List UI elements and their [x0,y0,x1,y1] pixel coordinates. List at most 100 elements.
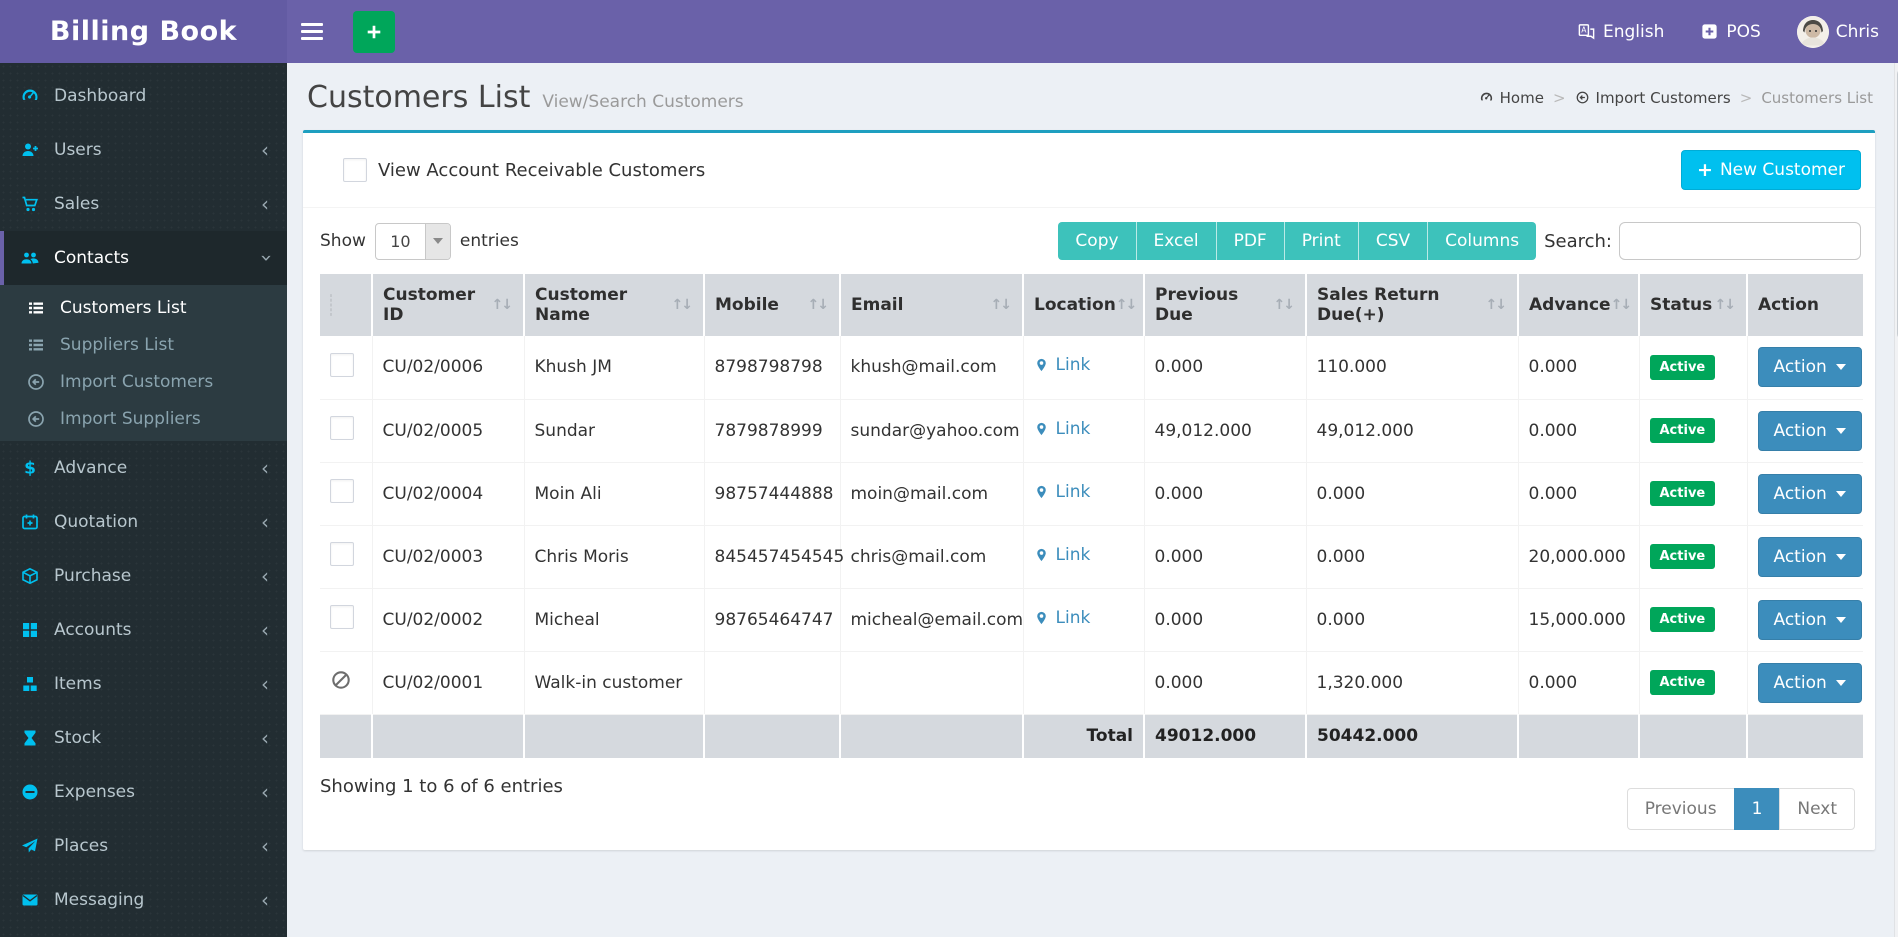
cell-mobile [704,651,840,714]
export-columns-button[interactable]: Columns [1428,222,1536,260]
row-checkbox[interactable] [330,479,354,503]
row-checkbox[interactable] [330,605,354,629]
search-input[interactable] [1619,222,1861,260]
sidebar-item-advance[interactable]: $Advance‹ [0,441,287,495]
pagination-previous-button[interactable]: Previous [1627,788,1735,830]
scrollbar[interactable] [1894,63,1898,937]
app-root: Billing Book DashboardUsers‹Sales‹Contac… [0,0,1898,937]
cell-previous-due: 0.000 [1144,462,1306,525]
location-link[interactable]: Link [1034,545,1091,565]
pagination-next-button[interactable]: Next [1779,788,1855,830]
column-header-customer-id[interactable]: Customer ID↑↓ [372,274,524,336]
sidebar-item-label: Stock [54,728,101,748]
breadcrumb-item-import-customers[interactable]: Import Customers [1575,89,1731,107]
sidebar-item-dashboard[interactable]: Dashboard [0,69,287,123]
location-link[interactable]: Link [1034,419,1091,439]
cell-sales-return-due: 0.000 [1306,588,1518,651]
quick-add-button[interactable] [353,11,395,53]
app-logo[interactable]: Billing Book [0,0,287,63]
cell-sales-return-due: 1,320.000 [1306,651,1518,714]
chevron-left-icon: ‹ [261,458,269,478]
column-header-action: Action [1747,274,1863,336]
row-action-button[interactable]: Action [1758,474,1862,514]
column-header-customer-name[interactable]: Customer Name↑↓ [524,274,704,336]
chevron-left-icon: ‹ [261,836,269,856]
sidebar-item-places[interactable]: Places‹ [0,819,287,873]
export-print-button[interactable]: Print [1285,222,1359,260]
account-receivable-checkbox[interactable] [343,158,367,182]
total-label: Total [1023,714,1144,758]
sidebar-item-users[interactable]: Users‹ [0,123,287,177]
sidebar-subitem-suppliers-list[interactable]: Suppliers List [0,326,287,363]
location-link[interactable]: Link [1034,608,1091,628]
sidebar-subitem-label: Customers List [60,298,187,318]
sidebar-item-sales[interactable]: Sales‹ [0,177,287,231]
location-link[interactable]: Link [1034,482,1091,502]
cell-select [320,399,372,462]
breadcrumb-item-home[interactable]: Home [1479,89,1544,107]
sidebar-subitem-import-customers[interactable]: Import Customers [0,363,287,400]
breadcrumb-item-customers-list: Customers List [1761,89,1873,107]
chevron-left-icon: ‹ [261,890,269,910]
user-menu[interactable]: Chris [1797,16,1879,48]
column-header-status[interactable]: Status↑↓ [1639,274,1747,336]
export-pdf-button[interactable]: PDF [1217,222,1285,260]
cell-location: Link [1023,462,1144,525]
page-length-control: Show 10 entries [320,223,519,260]
sidebar-subitem-import-suppliers[interactable]: Import Suppliers [0,400,287,437]
sidebar-item-quotation[interactable]: Quotation‹ [0,495,287,549]
pos-button[interactable]: POS [1700,22,1760,42]
column-header-email[interactable]: Email↑↓ [840,274,1023,336]
plus-square-icon [1700,22,1719,41]
export-copy-button[interactable]: Copy [1058,222,1136,260]
cell-select [320,462,372,525]
sidebar-item-stock[interactable]: Stock‹ [0,711,287,765]
row-action-button[interactable]: Action [1758,663,1862,703]
sidebar-subitem-customers-list[interactable]: Customers List [0,289,287,326]
cell-customer-name: Sundar [524,399,704,462]
action-label: Action [1774,484,1827,504]
sidebar-item-items[interactable]: Items‹ [0,657,287,711]
table-info: Showing 1 to 6 of 6 entries [320,776,563,797]
sidebar-item-contacts[interactable]: Contacts‹ [0,231,287,285]
column-header-location[interactable]: Location↑↓ [1023,274,1144,336]
sidebar-toggle-button[interactable] [301,14,337,50]
page-length-select[interactable]: 10 [375,223,451,260]
column-header-mobile[interactable]: Mobile↑↓ [704,274,840,336]
export-csv-button[interactable]: CSV [1359,222,1428,260]
sidebar-item-expenses[interactable]: Expenses‹ [0,765,287,819]
cell-email: moin@mail.com [840,462,1023,525]
new-customer-label: New Customer [1720,160,1845,180]
pagination-page-1-button[interactable]: 1 [1734,788,1781,830]
row-checkbox[interactable] [330,416,354,440]
row-checkbox[interactable] [330,542,354,566]
table-total-row: Total49012.00050442.000 [320,714,1863,758]
status-badge: Active [1650,481,1716,506]
column-header-sales-return-due[interactable]: Sales Return Due(+)↑↓ [1306,274,1518,336]
cell-customer-id: CU/02/0002 [372,588,524,651]
sidebar-item-purchase[interactable]: Purchase‹ [0,549,287,603]
sort-icon: ↑↓ [991,297,1012,313]
cell-sales-return-due: 0.000 [1306,462,1518,525]
row-action-button[interactable]: Action [1758,347,1862,387]
new-customer-button[interactable]: + New Customer [1681,150,1861,190]
navbar-right: A English POS Chris [1577,16,1879,48]
sidebar-item-label: Accounts [54,620,132,640]
column-header-previous-due[interactable]: Previous Due↑↓ [1144,274,1306,336]
row-action-button[interactable]: Action [1758,411,1862,451]
sidebar-menu: DashboardUsers‹Sales‹Contacts‹ Customers … [0,63,287,927]
column-header-advance[interactable]: Advance↑↓ [1518,274,1639,336]
cell-mobile: 7879878999 [704,399,840,462]
cell-mobile: 98757444888 [704,462,840,525]
row-checkbox[interactable] [330,353,354,377]
row-action-button[interactable]: Action [1758,537,1862,577]
export-excel-button[interactable]: Excel [1137,222,1217,260]
location-link[interactable]: Link [1034,355,1091,375]
export-buttons: CopyExcelPDFPrintCSVColumns [1058,222,1536,260]
row-action-button[interactable]: Action [1758,600,1862,640]
language-menu[interactable]: A English [1577,22,1664,42]
sidebar-item-label: Messaging [54,890,144,910]
sidebar-item-messaging[interactable]: Messaging ‹ [0,873,287,927]
caret-down-icon [1836,617,1846,623]
sidebar-item-accounts[interactable]: Accounts‹ [0,603,287,657]
